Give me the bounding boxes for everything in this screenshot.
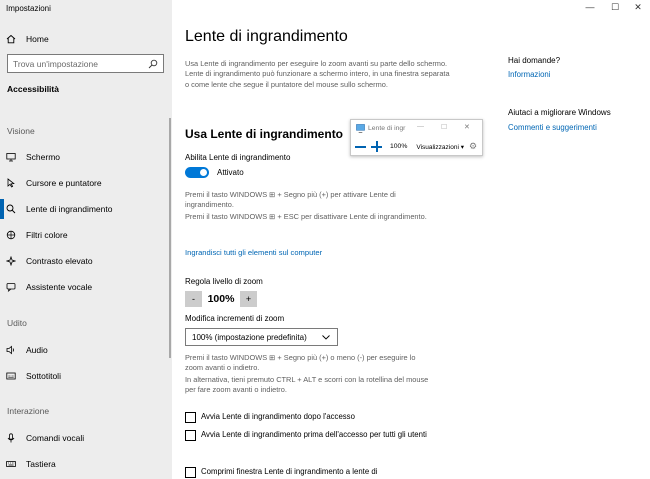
- section-vision: Visione: [7, 126, 35, 136]
- sidebar-item-label: Cursore e puntatore: [26, 178, 102, 188]
- section-hearing: Udito: [7, 318, 27, 328]
- window-title: Impostazioni: [6, 4, 51, 13]
- sidebar-item-label: Assistente vocale: [26, 282, 93, 292]
- sidebar-item-comandi-vocali[interactable]: Comandi vocali: [6, 431, 84, 445]
- zoom-help-shortcut: Premi il tasto WINDOWS ⊞ + Segno più (+)…: [185, 353, 416, 373]
- sidebar-item-sottotitoli[interactable]: Sottotitoli: [6, 369, 61, 383]
- captions-icon: [6, 371, 16, 381]
- magnifier-zoom-out-button[interactable]: [355, 145, 366, 148]
- improve-title: Aiutaci a migliorare Windows: [508, 108, 611, 117]
- sidebar-item-tastiera[interactable]: Tastiera: [6, 457, 56, 471]
- checkbox-label: Avvia Lente di ingrandimento dopo l'acce…: [201, 412, 355, 421]
- sidebar-home-label: Home: [26, 34, 49, 44]
- keyboard-icon: [6, 459, 16, 469]
- checkbox-box[interactable]: [185, 412, 196, 423]
- main-content: Lente di ingrandimento Usa Lente di ingr…: [172, 0, 650, 479]
- magnifier-toggle[interactable]: Attivato: [185, 167, 244, 178]
- chevron-down-icon: [321, 332, 331, 342]
- category-title: Accessibilità: [7, 84, 59, 94]
- sidebar-item-contrasto[interactable]: Contrasto elevato: [6, 254, 93, 268]
- narrator-icon: [6, 282, 16, 292]
- checkbox-collapse-window[interactable]: Comprimi finestra Lente di ingrandimento…: [185, 467, 446, 478]
- magnifier-zoom-level: 100%: [390, 143, 408, 150]
- magnifier-icon: [6, 204, 16, 214]
- zoom-increment-select[interactable]: 100% (impostazione predefinita): [185, 328, 338, 346]
- zoom-value: 100%: [207, 293, 235, 305]
- sidebar-item-label: Lente di ingrandimento: [26, 204, 113, 214]
- feedback-link[interactable]: Commenti e suggerimenti: [508, 123, 597, 132]
- sidebar-item-lente[interactable]: Lente di ingrandimento: [0, 199, 113, 219]
- home-icon: [6, 34, 16, 44]
- sidebar: Impostazioni Home Trova un'impostazione …: [0, 0, 172, 479]
- monitor-icon: [6, 152, 16, 162]
- sidebar-item-label: Comandi vocali: [26, 433, 85, 443]
- sidebar-item-audio[interactable]: Audio: [6, 343, 48, 357]
- zoom-help-mouse: In alternativa, tieni premuto CTRL + ALT…: [185, 375, 429, 395]
- checkbox-start-before-login[interactable]: Avvia Lente di ingrandimento prima dell'…: [185, 430, 446, 441]
- magnifier-maximize-button[interactable]: ☐: [441, 123, 447, 131]
- sidebar-item-label: Schermo: [26, 152, 61, 162]
- magnifier-toolbar[interactable]: Lente di ingr — ☐ ✕ 100% Visualizzazioni…: [350, 119, 483, 156]
- zoom-level-label: Regola livello di zoom: [185, 277, 263, 286]
- zoom-out-button[interactable]: -: [185, 291, 202, 307]
- caret-down-icon: ▾: [460, 143, 464, 151]
- section-interaction: Interazione: [7, 406, 50, 416]
- info-link[interactable]: Informazioni: [508, 70, 550, 79]
- search-icon[interactable]: [148, 59, 158, 69]
- magnifier-zoom-in-button[interactable]: [371, 141, 382, 152]
- checkbox-box[interactable]: [185, 467, 196, 478]
- search-placeholder: Trova un'impostazione: [13, 58, 98, 69]
- sidebar-item-label: Tastiera: [26, 459, 56, 469]
- page-title: Lente di ingrandimento: [185, 28, 348, 45]
- section-title: Usa Lente di ingrandimento: [185, 127, 344, 141]
- magnifier-titlebar[interactable]: Lente di ingr — ☐ ✕: [351, 120, 482, 137]
- checkbox-label: Comprimi finestra Lente di ingrandimento…: [201, 467, 378, 476]
- speaker-icon: [6, 345, 16, 355]
- sidebar-scrollbar[interactable]: [169, 118, 171, 358]
- zoom-in-button[interactable]: +: [240, 291, 257, 307]
- search-input[interactable]: Trova un'impostazione: [7, 54, 164, 73]
- magnifier-minimize-button[interactable]: —: [417, 123, 424, 130]
- microphone-icon: [6, 433, 16, 443]
- increment-value: 100% (impostazione predefinita): [192, 332, 307, 342]
- magnifier-views-label: Visualizzazioni: [416, 143, 459, 151]
- gear-icon[interactable]: ⚙: [469, 141, 477, 152]
- cursor-icon: [6, 178, 16, 188]
- magnifier-controls: 100% Visualizzazioni ▾ ⚙: [351, 138, 482, 155]
- increment-label: Modifica incrementi di zoom: [185, 314, 285, 323]
- sidebar-item-label: Contrasto elevato: [26, 256, 93, 266]
- sidebar-item-schermo[interactable]: Schermo: [6, 150, 60, 164]
- magnifier-title: Lente di ingr: [368, 125, 406, 132]
- page-description: Usa Lente di ingrandimento per eseguire …: [185, 59, 450, 89]
- sidebar-item-assistente[interactable]: Assistente vocale: [6, 280, 92, 294]
- help-disable: Premi il tasto WINDOWS ⊞ + ESC per disat…: [185, 212, 427, 221]
- magnifier-views-dropdown[interactable]: Visualizzazioni ▾: [416, 143, 464, 151]
- checkbox-start-after-login[interactable]: Avvia Lente di ingrandimento dopo l'acce…: [185, 412, 446, 423]
- sidebar-item-label: Sottotitoli: [26, 371, 61, 381]
- sidebar-home[interactable]: Home: [6, 32, 49, 46]
- help-enable: Premi il tasto WINDOWS ⊞ + Segno più (+)…: [185, 190, 396, 210]
- sidebar-item-cursore[interactable]: Cursore e puntatore: [6, 176, 102, 190]
- checkbox-label: Avvia Lente di ingrandimento prima dell'…: [201, 430, 427, 439]
- toggle-state: Attivato: [217, 168, 244, 177]
- toggle-switch[interactable]: [185, 167, 209, 178]
- sidebar-item-filtri[interactable]: Filtri colore: [6, 228, 68, 242]
- magnifier-close-button[interactable]: ✕: [464, 123, 470, 131]
- enable-label: Abilita Lente di ingrandimento: [185, 153, 291, 162]
- sidebar-item-label: Filtri colore: [26, 230, 68, 240]
- sidebar-item-label: Audio: [26, 345, 48, 355]
- questions-title: Hai domande?: [508, 56, 561, 65]
- magnifier-app-icon: [355, 124, 365, 134]
- zoom-stepper: - 100% +: [185, 291, 257, 307]
- contrast-icon: [6, 256, 16, 266]
- zoom-all-link[interactable]: Ingrandisci tutti gli elementi sul compu…: [185, 248, 322, 257]
- color-filter-icon: [6, 230, 16, 240]
- checkbox-box[interactable]: [185, 430, 196, 441]
